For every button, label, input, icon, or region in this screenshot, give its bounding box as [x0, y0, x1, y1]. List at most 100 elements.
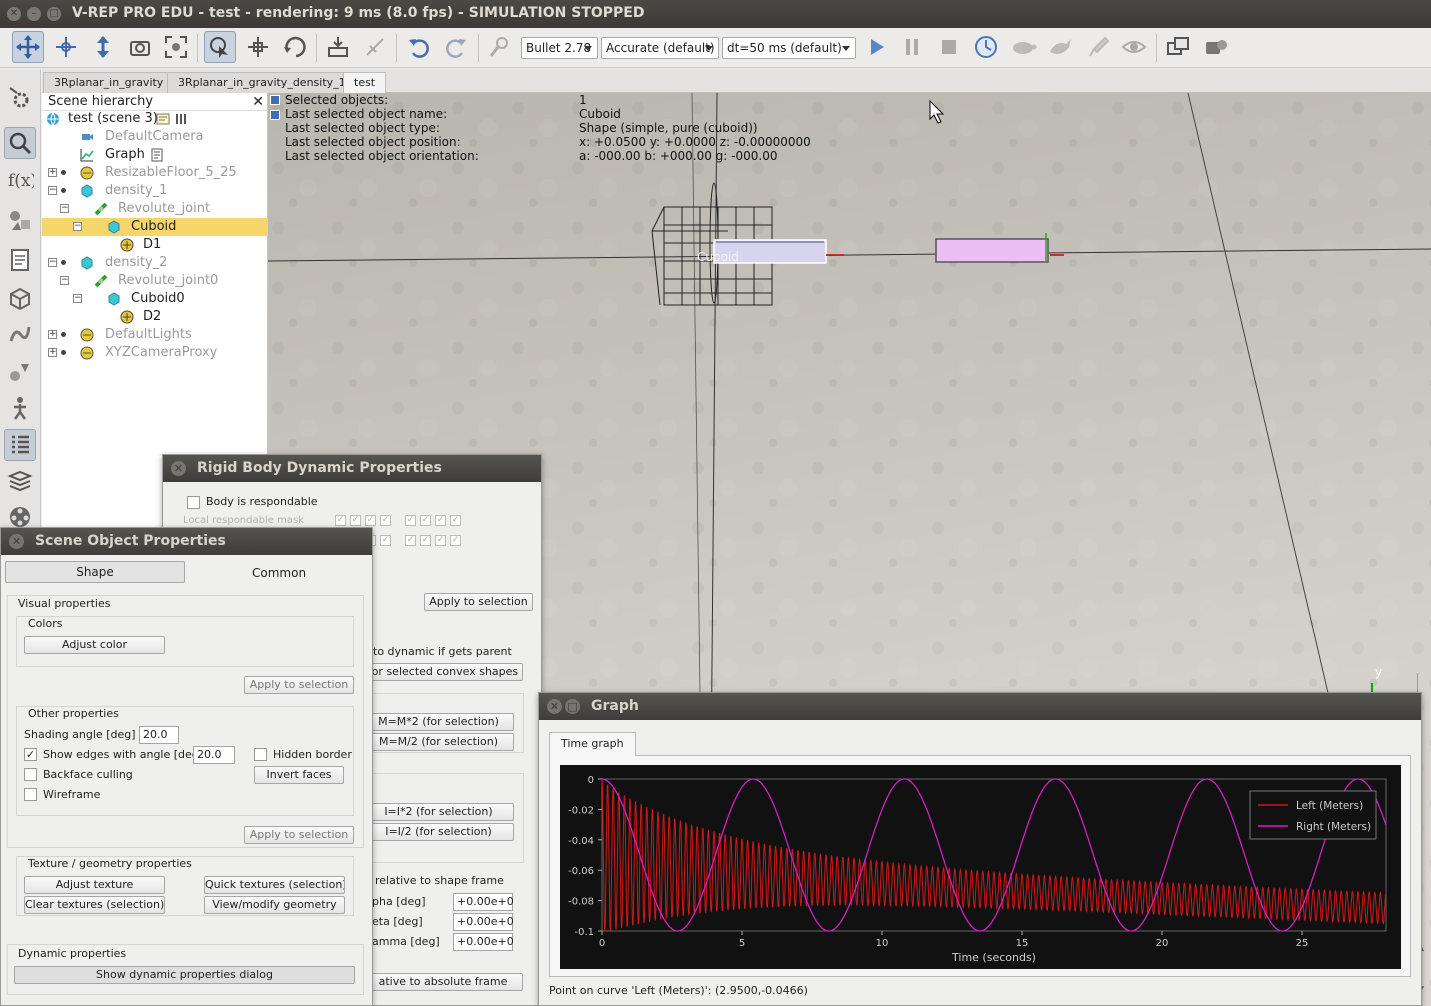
accuracy-select[interactable]: Accurate (default): [601, 37, 719, 59]
tree-item-d2[interactable]: D2: [42, 308, 268, 326]
adjust-color-button[interactable]: Adjust color: [24, 636, 165, 654]
maximize-window-icon[interactable]: □: [47, 7, 61, 21]
simulation-settings-icon[interactable]: [4, 82, 36, 114]
undo-icon[interactable]: [403, 31, 435, 63]
collapse-icon[interactable]: −: [73, 294, 82, 303]
tab-time-graph[interactable]: Time graph: [549, 732, 636, 756]
stop-simulation-icon[interactable]: [933, 31, 965, 63]
threaded-rendering-icon[interactable]: [1082, 31, 1114, 63]
script-icon[interactable]: [156, 112, 170, 126]
mask-bit-checkbox[interactable]: ✓: [450, 515, 461, 526]
mask-bit-checkbox[interactable]: ✓: [450, 535, 461, 546]
path-edition-icon[interactable]: [4, 318, 36, 350]
mask-bit-checkbox[interactable]: ✓: [350, 515, 361, 526]
camera-rotate-icon[interactable]: [50, 31, 82, 63]
quick-textures-button[interactable]: Quick textures (selection): [204, 876, 345, 894]
mask-bit-checkbox[interactable]: ✓: [335, 515, 346, 526]
show-edges-checkbox[interactable]: ✓: [24, 748, 37, 761]
tree-item-cuboid[interactable]: − Cuboid: [42, 218, 268, 236]
script-icon[interactable]: [150, 148, 164, 162]
tree-item-default-lights[interactable]: + DefaultLights: [42, 326, 268, 344]
adjust-texture-button[interactable]: Adjust texture: [24, 876, 165, 894]
tree-item-xyz-camera-proxy[interactable]: + XYZCameraProxy: [42, 344, 268, 362]
tab-3rplanar-density[interactable]: 3Rplanar_in_gravity_density_1: [167, 72, 357, 93]
invert-faces-button[interactable]: Invert faces: [254, 766, 344, 784]
tab-3rplanar-in-gravity[interactable]: 3Rplanar_in_gravity: [43, 72, 175, 93]
tree-item-density-1[interactable]: − density_1: [42, 182, 268, 200]
tab-test[interactable]: test: [343, 72, 387, 94]
camera-opening-icon[interactable]: [124, 31, 156, 63]
apply-to-selection-button[interactable]: Apply to selection: [244, 826, 354, 844]
scripts-icon[interactable]: [4, 244, 36, 276]
beta-input[interactable]: +0.00e+0: [453, 913, 514, 931]
real-time-icon[interactable]: [970, 31, 1002, 63]
alpha-input[interactable]: +0.00e+0: [453, 893, 514, 911]
shape-edition-icon[interactable]: [4, 282, 36, 314]
backface-culling-checkbox[interactable]: [24, 768, 37, 781]
layers-icon[interactable]: [4, 465, 36, 497]
customization-script-icon[interactable]: [175, 112, 189, 126]
dynamics-content-icon[interactable]: [484, 31, 516, 63]
apply-to-selection-button[interactable]: Apply to selection: [424, 593, 533, 611]
scene-pages-icon[interactable]: [1162, 31, 1194, 63]
model-browser-icon[interactable]: [4, 355, 36, 387]
mass-double-button[interactable]: M=M*2 (for selection): [363, 713, 514, 731]
close-window-icon[interactable]: ✕: [7, 7, 21, 21]
camera-shift-icon[interactable]: [87, 31, 119, 63]
tree-item-d1[interactable]: D1: [42, 236, 268, 254]
camera-pan-icon[interactable]: [12, 31, 44, 63]
collapse-icon[interactable]: −: [60, 276, 69, 285]
relative-absolute-button[interactable]: ative to absolute frame: [363, 973, 523, 991]
mask-bit-checkbox[interactable]: ✓: [420, 535, 431, 546]
tab-common[interactable]: Common: [252, 566, 306, 580]
apply-to-selection-button[interactable]: Apply to selection: [244, 676, 354, 694]
close-icon[interactable]: ✕: [171, 461, 186, 476]
shading-angle-input[interactable]: 20.0: [139, 726, 179, 744]
collapse-icon[interactable]: −: [73, 222, 82, 231]
mask-bit-checkbox[interactable]: ✓: [380, 515, 391, 526]
view-geometry-button[interactable]: View/modify geometry: [204, 896, 345, 914]
assemble-icon[interactable]: [322, 31, 354, 63]
tab-shape[interactable]: Shape: [5, 561, 185, 583]
object-rotate-icon[interactable]: [279, 31, 311, 63]
scene-hierarchy-icon[interactable]: [4, 429, 36, 461]
close-icon[interactable]: ✕: [9, 534, 24, 549]
info-toggle-icon[interactable]: [270, 110, 280, 120]
collections-icon[interactable]: [4, 205, 36, 237]
mask-bit-checkbox[interactable]: ✓: [435, 515, 446, 526]
user-settings-icon[interactable]: [4, 392, 36, 424]
clear-textures-button[interactable]: Clear textures (selection): [24, 896, 165, 914]
selection-search-icon[interactable]: [4, 127, 36, 159]
gamma-input[interactable]: +0.00e+0: [453, 933, 514, 951]
tree-item-graph[interactable]: Graph: [42, 146, 268, 164]
timestep-select[interactable]: dt=50 ms (default): [722, 37, 856, 59]
maximize-icon[interactable]: □: [565, 699, 580, 714]
expand-icon[interactable]: +: [48, 330, 57, 339]
tree-item-revolute-joint0[interactable]: − Revolute_joint0: [42, 272, 268, 290]
time-graph-canvas[interactable]: 0 -0.02 -0.04 -0.06 -0.08 -0.1 0 5 10 15 20 25 Time …: [560, 765, 1401, 969]
mask-bit-checkbox[interactable]: ✓: [405, 515, 416, 526]
expand-icon[interactable]: +: [48, 168, 57, 177]
mask-bit-checkbox[interactable]: ✓: [380, 535, 391, 546]
tree-item-revolute-joint[interactable]: − Revolute_joint: [42, 200, 268, 218]
collapse-icon[interactable]: −: [48, 186, 57, 195]
mask-bit-checkbox[interactable]: ✓: [420, 515, 431, 526]
tree-item-resizable-floor[interactable]: + ResizableFloor_5_25: [42, 164, 268, 182]
collapse-icon[interactable]: −: [60, 204, 69, 213]
object-shift-icon[interactable]: [242, 31, 274, 63]
tree-item-cuboid0[interactable]: − Cuboid0: [42, 290, 268, 308]
transfer-dna-icon[interactable]: [359, 31, 391, 63]
calculation-modules-icon[interactable]: f(x): [4, 163, 36, 195]
physics-engine-select[interactable]: Bullet 2.78: [521, 37, 598, 59]
mask-bit-checkbox[interactable]: ✓: [365, 515, 376, 526]
inertia-half-button[interactable]: I=I/2 (for selection): [363, 823, 514, 841]
views-icon[interactable]: [1200, 31, 1232, 63]
collapse-icon[interactable]: −: [48, 258, 57, 267]
hidden-border-checkbox[interactable]: [254, 748, 267, 761]
edges-angle-input[interactable]: 20.0: [193, 746, 235, 764]
tree-item-scene[interactable]: test (scene 3): [42, 110, 268, 128]
redo-icon[interactable]: [440, 31, 472, 63]
fit-to-view-icon[interactable]: [160, 31, 192, 63]
expand-icon[interactable]: +: [48, 348, 57, 357]
pause-simulation-icon[interactable]: [896, 31, 928, 63]
